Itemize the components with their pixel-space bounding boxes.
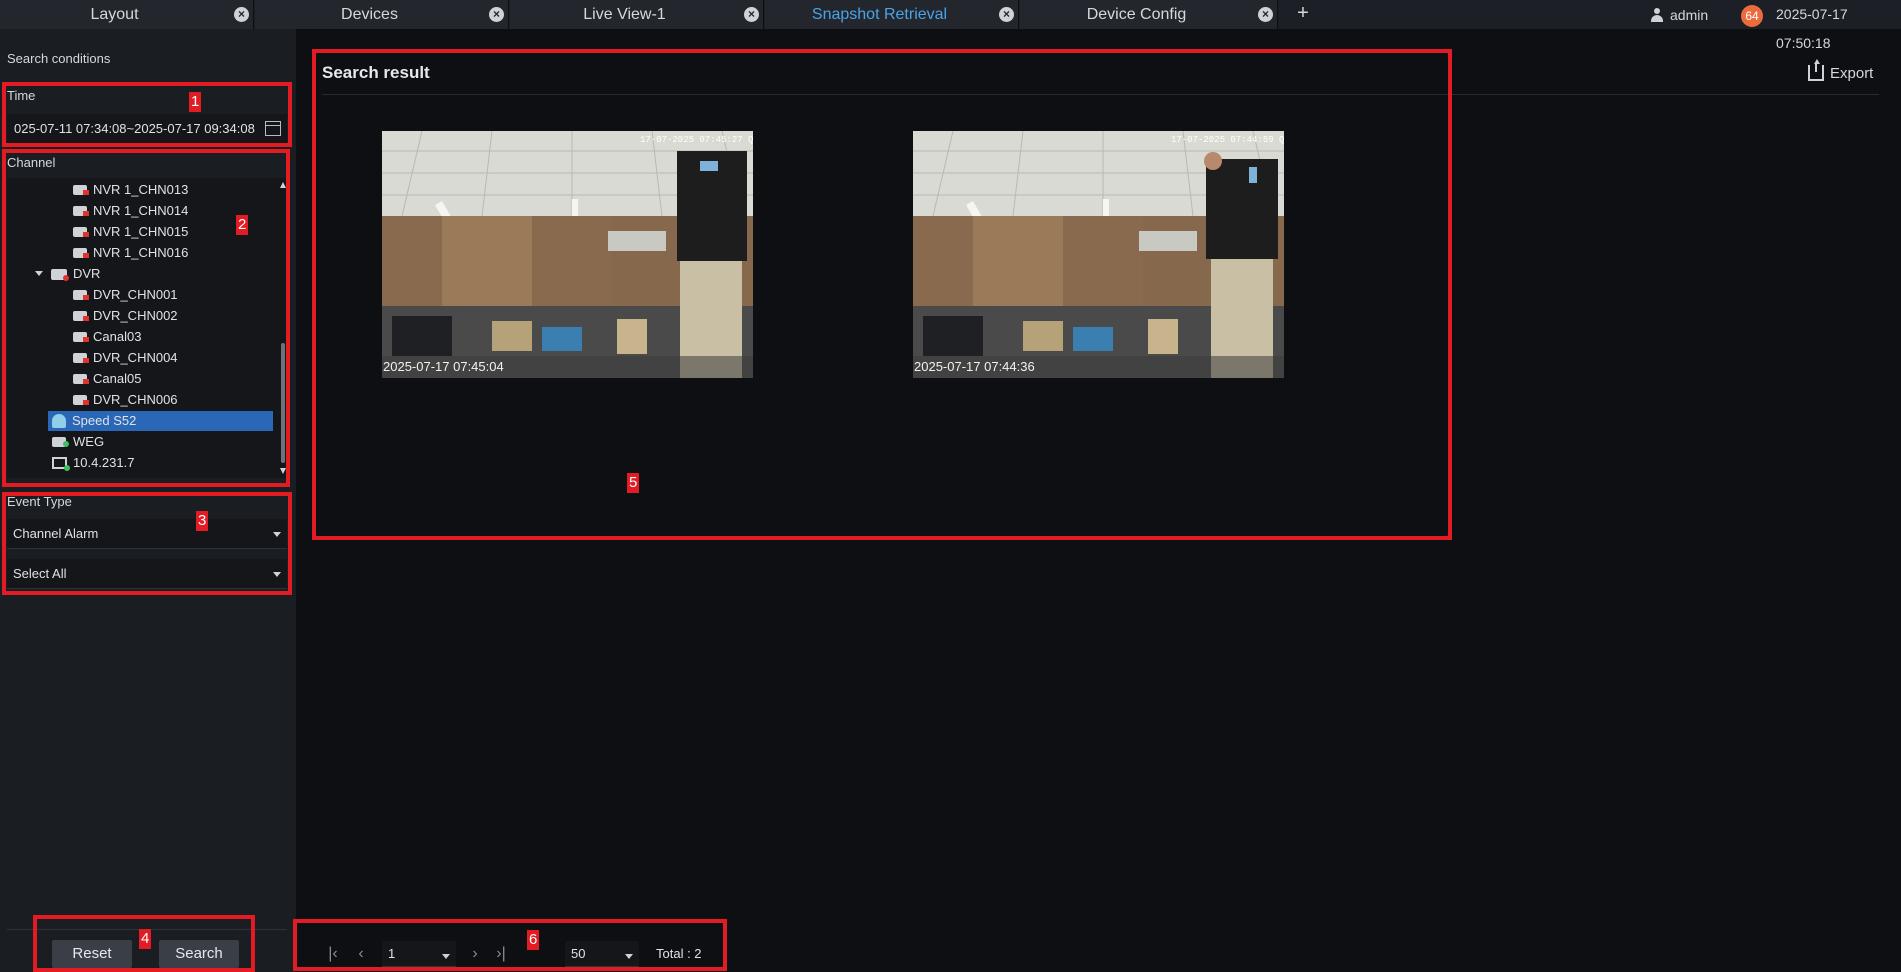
tab-device-config[interactable]: Device Config ×	[1020, 0, 1278, 29]
annotation-label: 4	[139, 929, 152, 949]
close-icon[interactable]: ×	[744, 7, 759, 22]
notification-badge[interactable]: 64	[1741, 5, 1763, 27]
export-button[interactable]: Export	[1808, 59, 1874, 84]
user-menu[interactable]: admin	[1650, 0, 1708, 29]
tab-label: Layout	[90, 6, 139, 23]
tab-label: Device Config	[1086, 6, 1187, 23]
tab-layout[interactable]: Layout ×	[0, 0, 254, 29]
annotation-box	[2, 149, 290, 487]
annotation-box	[2, 492, 292, 595]
tab-label: Snapshot Retrieval	[811, 6, 948, 23]
tab-bar: Layout × Devices × Live View-1 × Snapsho…	[0, 0, 1901, 51]
close-icon[interactable]: ×	[1258, 7, 1273, 22]
tab-label: Devices	[341, 6, 398, 23]
annotation-label: 5	[627, 473, 640, 493]
tab-live-view[interactable]: Live View-1 ×	[510, 0, 764, 29]
username: admin	[1670, 6, 1709, 23]
search-conditions-heading: Search conditions	[7, 51, 111, 66]
close-icon[interactable]: ×	[234, 7, 249, 22]
export-icon	[1808, 59, 1824, 81]
system-clock: 2025-07-17 07:50:18	[1776, 6, 1848, 51]
tab-devices[interactable]: Devices ×	[255, 0, 509, 29]
close-icon[interactable]: ×	[489, 7, 504, 22]
annotation-box	[293, 919, 727, 971]
close-icon[interactable]: ×	[999, 7, 1014, 22]
annotation-label: 2	[236, 215, 249, 235]
annotation-label: 6	[527, 930, 540, 950]
add-tab-button[interactable]: +	[1290, 0, 1316, 29]
annotation-box	[2, 82, 292, 147]
tab-snapshot-retrieval[interactable]: Snapshot Retrieval ×	[765, 0, 1019, 29]
annotation-box	[312, 49, 1452, 540]
export-label: Export	[1830, 64, 1874, 82]
annotation-label: 1	[189, 92, 202, 112]
annotation-label: 3	[196, 511, 209, 531]
user-icon	[1650, 7, 1664, 22]
tab-label: Live View-1	[583, 6, 666, 23]
